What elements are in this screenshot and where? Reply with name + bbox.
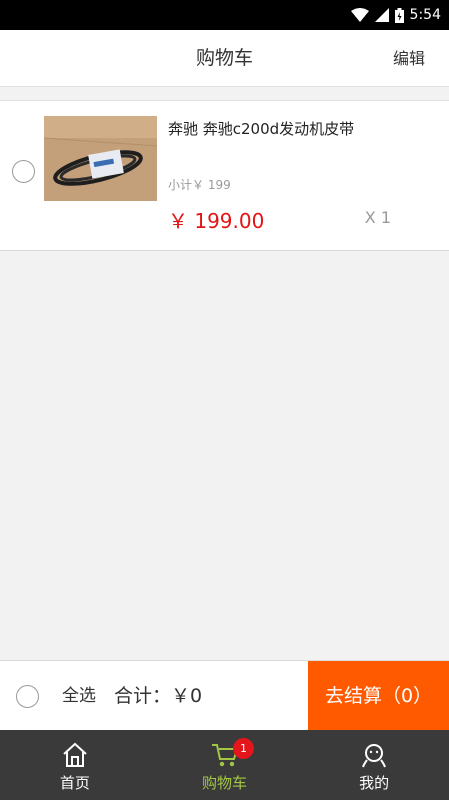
page-title: 购物车: [195, 47, 253, 69]
item-select-radio[interactable]: [12, 160, 35, 183]
status-time: 5:54: [409, 7, 441, 23]
header: 购物车 编辑: [0, 30, 449, 87]
product-image[interactable]: [44, 116, 157, 201]
status-bar: 5:54: [0, 0, 449, 30]
total-amount: 合计：￥0: [114, 685, 203, 707]
home-icon: [61, 742, 89, 772]
edit-button[interactable]: 编辑: [393, 30, 425, 87]
item-price: ￥ 199.00: [168, 209, 265, 233]
checkout-button[interactable]: 去结算（0）: [308, 661, 449, 731]
signal-icon: [374, 8, 389, 22]
bottom-tab-bar: 首页 购物车 我的: [0, 730, 449, 800]
user-icon: [360, 742, 388, 772]
battery-icon: [394, 7, 404, 23]
item-subtotal: 小计￥ 199: [168, 178, 231, 192]
cart-count-badge: 1: [233, 738, 254, 759]
cart-item: 奔驰 奔驰c200d发动机皮带 小计￥ 199 ￥ 199.00 X 1: [0, 100, 449, 251]
tab-home-label: 首页: [59, 774, 90, 792]
tab-cart[interactable]: 购物车: [150, 730, 300, 800]
select-all-radio[interactable]: [16, 685, 39, 708]
checkout-bar: 全选 合计：￥0 去结算（0）: [0, 660, 449, 731]
item-quantity: X 1: [364, 208, 391, 227]
tab-home[interactable]: 首页: [0, 730, 150, 800]
tab-profile-label: 我的: [359, 774, 390, 792]
select-all-label[interactable]: 全选: [62, 661, 96, 731]
wifi-icon: [350, 8, 369, 22]
product-name[interactable]: 奔驰 奔驰c200d发动机皮带: [168, 118, 354, 139]
tab-cart-label: 购物车: [202, 774, 248, 792]
tab-profile[interactable]: 我的: [299, 730, 449, 800]
